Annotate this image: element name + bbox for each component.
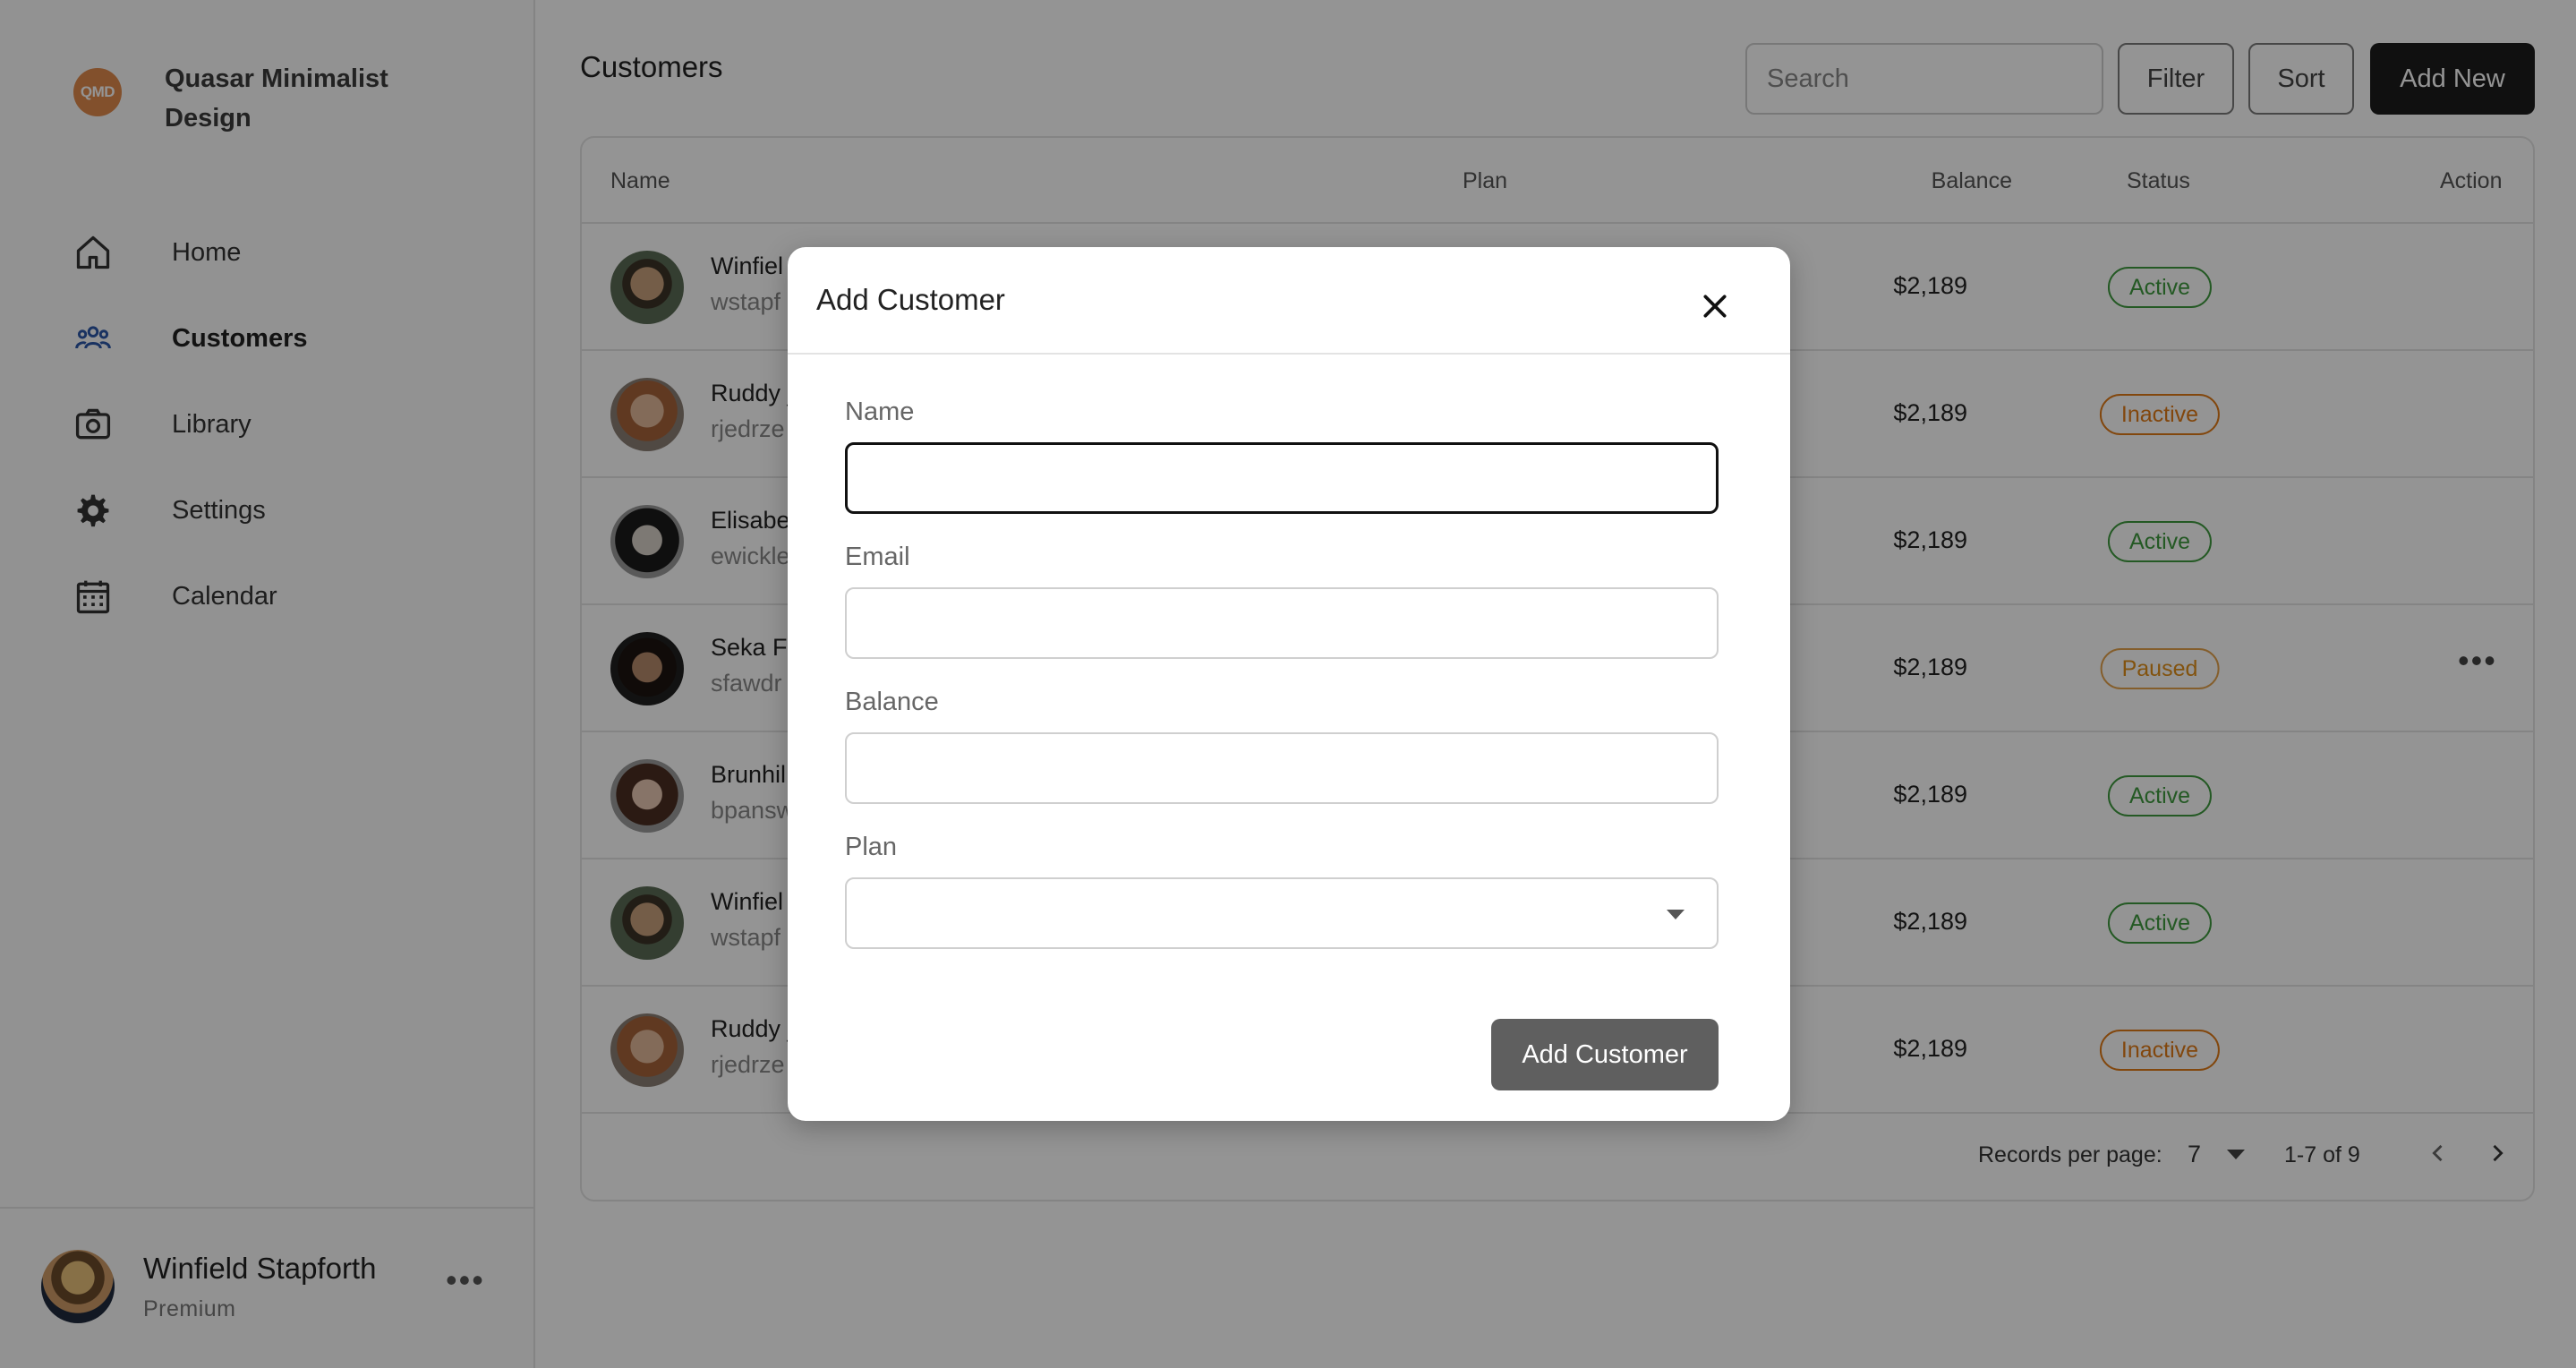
add-customer-button[interactable]: Add Customer <box>1491 1019 1719 1090</box>
close-icon[interactable] <box>1695 286 1735 326</box>
plan-select[interactable] <box>845 877 1719 949</box>
name-field[interactable] <box>845 442 1719 514</box>
email-label: Email <box>845 543 910 571</box>
plan-label: Plan <box>845 833 898 861</box>
balance-field[interactable] <box>845 732 1719 804</box>
modal-title: Add Customer <box>816 283 1005 316</box>
balance-label: Balance <box>845 688 939 716</box>
add-customer-modal: Add Customer Name Email Balance Plan Add… <box>788 247 1790 1121</box>
modal-header: Add Customer <box>788 247 1790 355</box>
name-label: Name <box>845 398 915 426</box>
email-field[interactable] <box>845 587 1719 659</box>
chevron-down-icon <box>1667 910 1685 919</box>
